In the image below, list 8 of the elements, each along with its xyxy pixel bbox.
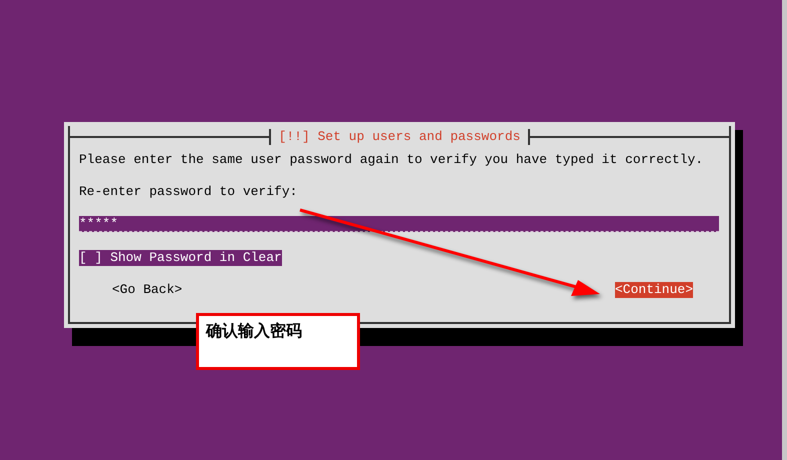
go-back-button[interactable]: <Go Back> (112, 282, 182, 298)
show-password-checkbox[interactable]: [ ] Show Password in Clear (79, 250, 282, 266)
password-field[interactable]: ***** (79, 216, 719, 232)
annotation-callout: 确认输入密码 (196, 313, 360, 370)
continue-button[interactable]: <Continue> (614, 282, 693, 298)
prompt-label: Re-enter password to verify: (79, 184, 298, 200)
dialog-title: [!!] Set up users and passwords (268, 129, 530, 145)
instruction-text: Please enter the same user password again to verify you have typed it correctly. (79, 152, 704, 168)
